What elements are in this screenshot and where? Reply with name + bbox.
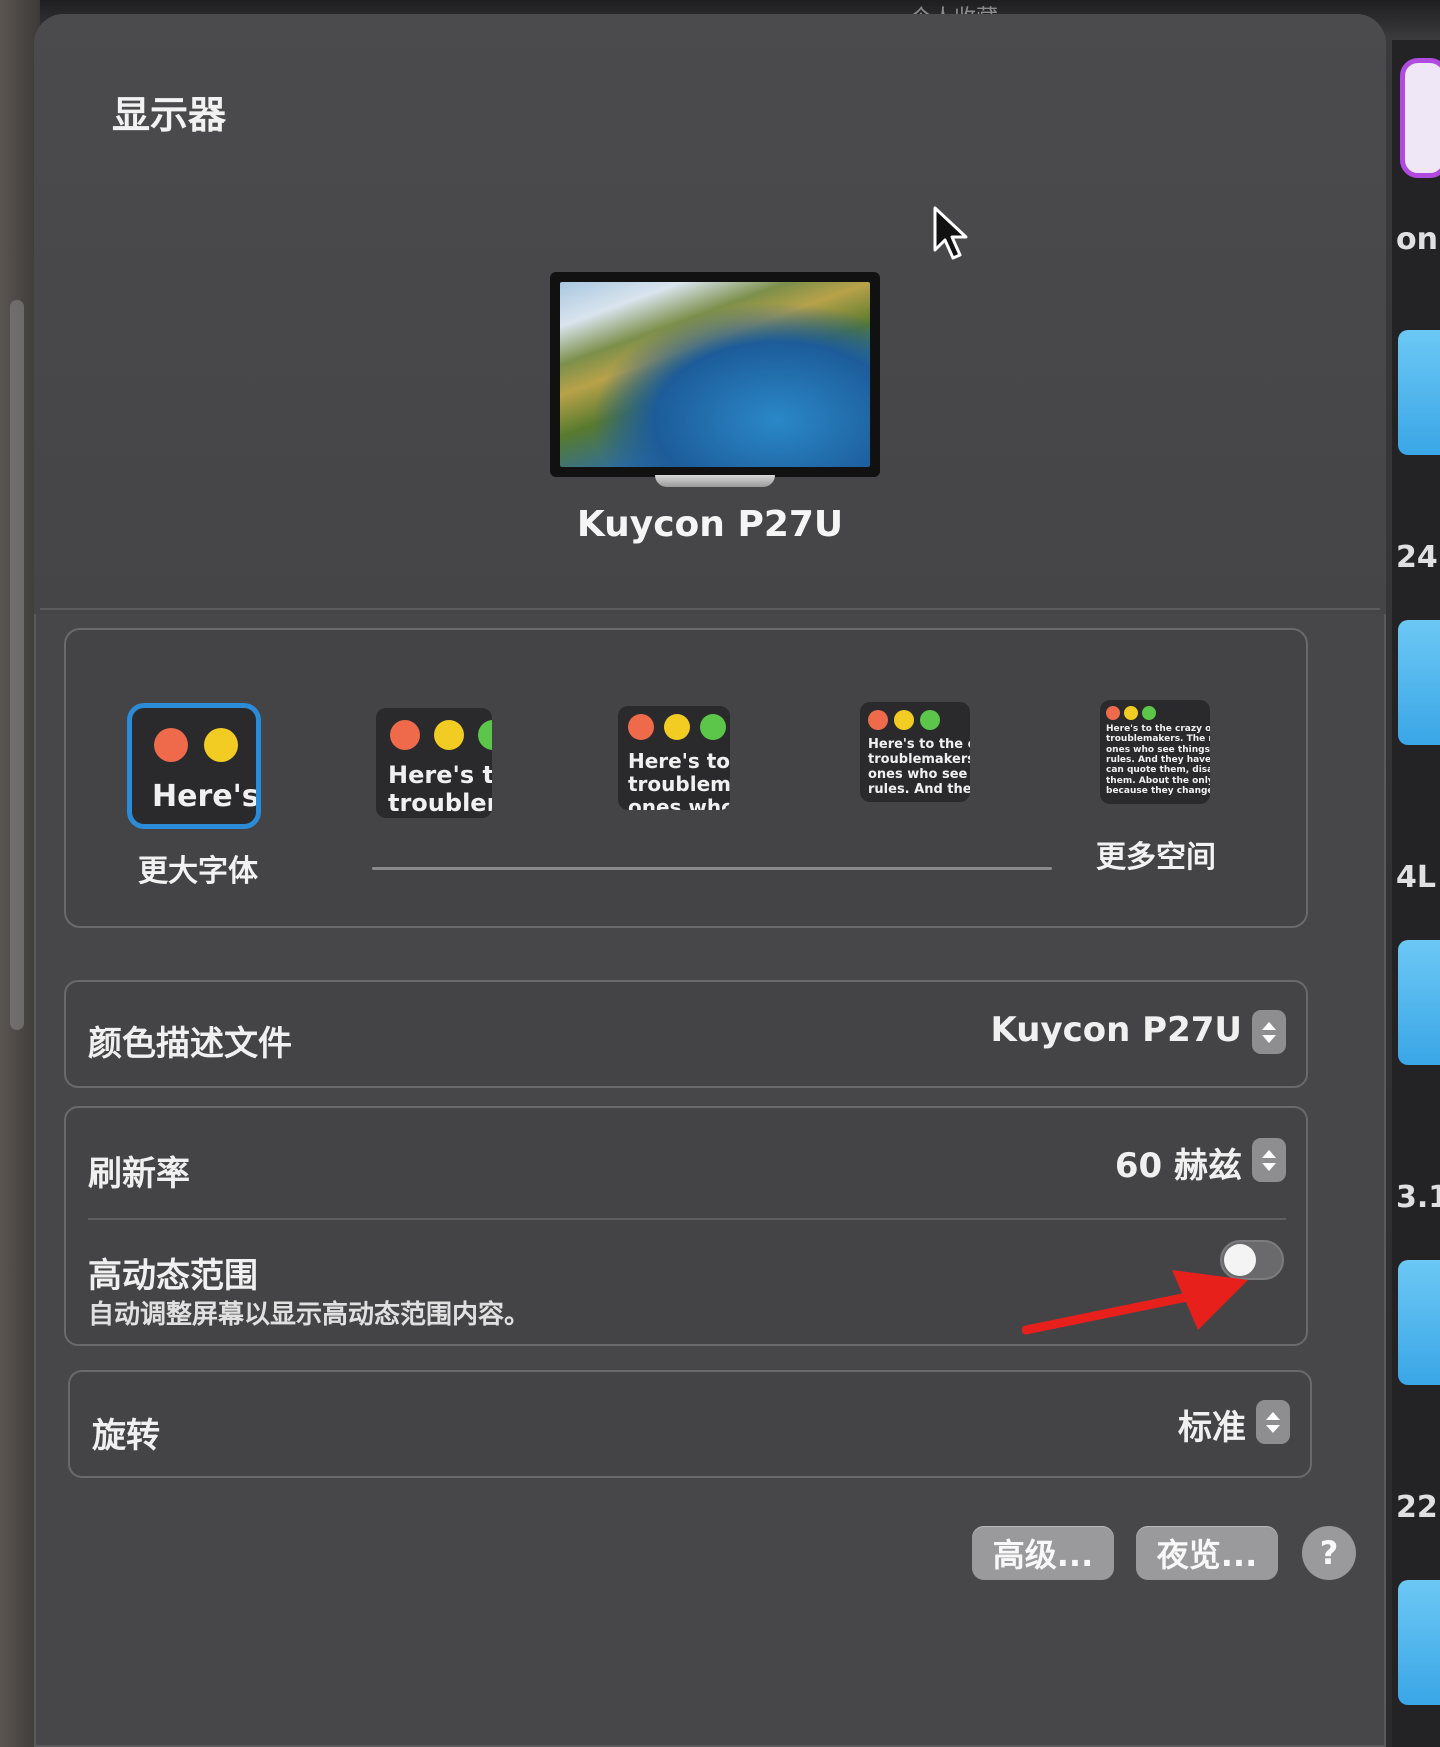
row-divider xyxy=(88,1218,1286,1220)
display-name: Kuycon P27U xyxy=(576,504,844,545)
more-space-label: 更多空间 xyxy=(1096,840,1216,875)
color-profile-stepper-icon[interactable] xyxy=(1252,1010,1286,1054)
refresh-rate-stepper-icon[interactable] xyxy=(1252,1138,1286,1182)
resolution-option[interactable]: Here's to t troublema ones who xyxy=(618,706,730,810)
folder-icon[interactable] xyxy=(1398,620,1440,745)
window-minimize-dot xyxy=(1124,706,1138,720)
app-icon[interactable] xyxy=(1400,58,1440,178)
window-minimize-dot xyxy=(434,720,464,750)
folder-icon[interactable] xyxy=(1398,1580,1440,1705)
color-profile-label: 颜色描述文件 xyxy=(88,1024,292,1064)
color-profile-row[interactable]: 颜色描述文件 Kuycon P27U xyxy=(64,980,1308,1088)
window-close-dot xyxy=(154,728,188,762)
resolution-option-larger-text[interactable]: Here's xyxy=(132,708,256,824)
night-shift-button[interactable]: 夜览... xyxy=(1136,1526,1278,1580)
rotation-stepper-icon[interactable] xyxy=(1256,1400,1290,1444)
display-thumbnail[interactable] xyxy=(550,272,880,487)
rotation-label: 旋转 xyxy=(92,1416,160,1456)
mouse-cursor-icon xyxy=(933,206,968,260)
help-button[interactable]: ? xyxy=(1302,1526,1356,1580)
header-divider xyxy=(40,608,1380,610)
window-minimize-dot xyxy=(204,728,238,762)
monitor-stand xyxy=(655,475,775,487)
window-zoom-dot xyxy=(920,710,940,730)
resolution-option[interactable]: Here's to the cr troublemakers. ones who… xyxy=(860,702,970,802)
folder-icon[interactable] xyxy=(1398,1260,1440,1385)
hdr-label: 高动态范围 xyxy=(88,1256,258,1296)
resolution-sample-text: Here's to the cr troublemakers. ones who… xyxy=(868,737,970,797)
window-close-dot xyxy=(390,720,420,750)
refresh-rate-label: 刷新率 xyxy=(88,1154,190,1194)
rotation-row[interactable]: 旋转 标准 xyxy=(68,1370,1312,1478)
window-zoom-dot xyxy=(1142,706,1156,720)
resolution-chooser: Here's Here's tc troublem Here's to t tr… xyxy=(64,628,1308,928)
advanced-button[interactable]: 高级... xyxy=(972,1526,1114,1580)
resolution-option-more-space[interactable]: Here's to the crazy one troublemakers. T… xyxy=(1100,700,1210,804)
resolution-sample-text: Here's xyxy=(152,779,256,814)
rotation-value: 标准 xyxy=(1178,1408,1246,1448)
resolution-sample-text: Here's tc troublem xyxy=(388,761,492,817)
background-right-text: 22 xyxy=(1396,1490,1438,1525)
window-close-dot xyxy=(628,714,654,740)
background-right-text: 3.1 xyxy=(1396,1180,1440,1215)
larger-text-label: 更大字体 xyxy=(138,854,258,889)
window-minimize-dot xyxy=(664,714,690,740)
resolution-sample-text: Here's to t troublema ones who xyxy=(628,749,730,811)
window-close-dot xyxy=(868,710,888,730)
hdr-description: 自动调整屏幕以显示高动态范围内容。 xyxy=(88,1300,531,1330)
wallpaper-image xyxy=(560,282,870,467)
resolution-option[interactable]: Here's tc troublem xyxy=(376,708,492,818)
screen: 个人收藏 onit 24 4L 3.1 22 显示器 Kuycon P27U xyxy=(0,0,1440,1747)
resolution-slider-track[interactable] xyxy=(372,867,1052,870)
resolution-sample-text: Here's to the crazy one troublemakers. T… xyxy=(1106,724,1210,797)
folder-icon[interactable] xyxy=(1398,330,1440,455)
background-scrollbar[interactable] xyxy=(10,300,24,1030)
window-zoom-dot xyxy=(478,720,492,750)
window-close-dot xyxy=(1106,706,1120,720)
background-right-text: onit xyxy=(1396,222,1440,257)
monitor-screen xyxy=(550,272,880,477)
folder-icon[interactable] xyxy=(1398,940,1440,1065)
refresh-rate-value: 60 赫兹 xyxy=(1114,1146,1242,1186)
red-annotation-arrow-icon xyxy=(1022,1270,1248,1335)
background-right-text: 4L xyxy=(1396,860,1436,895)
page-title: 显示器 xyxy=(112,93,227,137)
background-right-text: 24 xyxy=(1396,540,1438,575)
displays-settings-window: 显示器 Kuycon P27U Here's Here's t trouble … xyxy=(34,14,1386,1747)
color-profile-value: Kuycon P27U xyxy=(990,1010,1242,1050)
window-minimize-dot xyxy=(894,710,914,730)
window-zoom-dot xyxy=(700,714,726,740)
